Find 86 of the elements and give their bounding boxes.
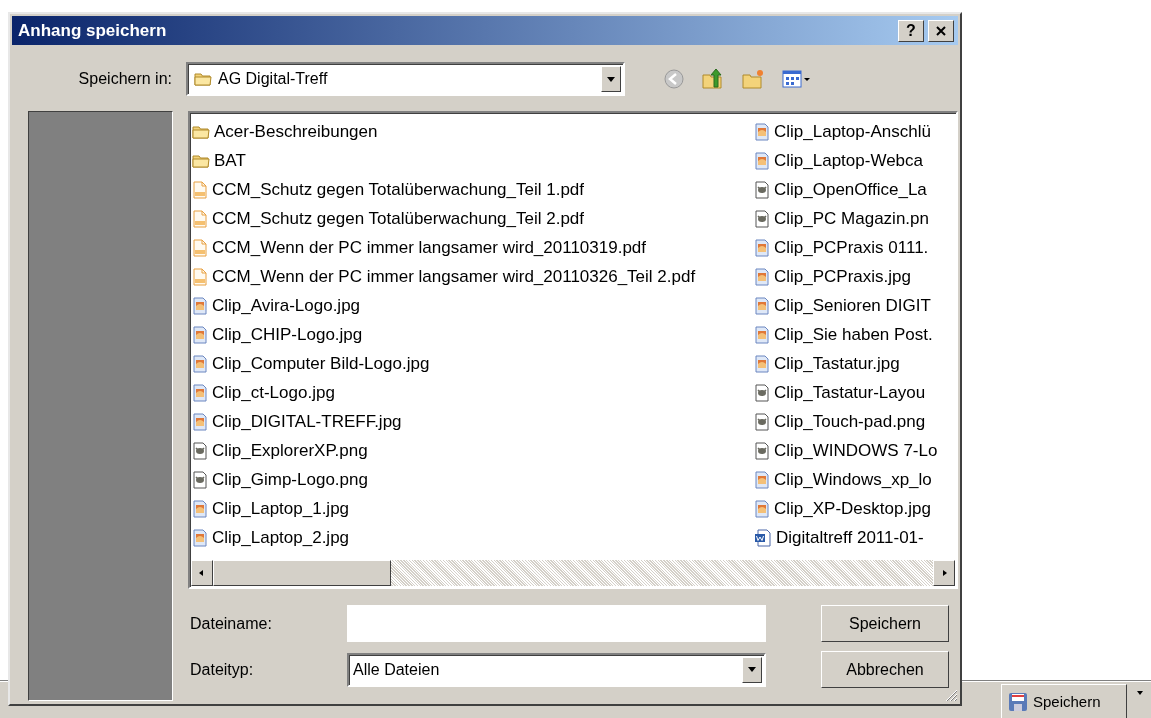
file-item[interactable]: Acer-Beschreibungen <box>192 117 754 146</box>
file-item[interactable]: Clip_Laptop_2.jpg <box>192 523 754 552</box>
pdf-page-icon <box>192 238 208 257</box>
file-type-dropdown[interactable]: Alle Dateien <box>347 652 766 687</box>
left-arrow-icon <box>198 569 206 577</box>
file-item[interactable]: Clip_CHIP-Logo.jpg <box>192 320 754 349</box>
file-item[interactable]: Clip_Laptop_1.jpg <box>192 494 754 523</box>
image-file-icon <box>192 499 208 518</box>
folder-up-icon[interactable] <box>701 67 725 91</box>
close-button[interactable] <box>928 19 954 42</box>
dropdown-value: AG Digital-Treff <box>218 70 329 88</box>
image-file-icon <box>754 499 770 518</box>
file-item[interactable]: Clip_Windows_xp_lo <box>754 465 956 494</box>
scroll-thumb[interactable] <box>213 560 391 586</box>
image-file-icon <box>754 412 770 431</box>
file-item[interactable]: Clip_Gimp-Logo.png <box>192 465 754 494</box>
file-item[interactable]: Clip_Computer Bild-Logo.jpg <box>192 349 754 378</box>
file-item[interactable]: Clip_Senioren DIGIT <box>754 291 956 320</box>
image-file-icon <box>192 470 208 489</box>
image-file-icon <box>754 151 770 170</box>
image-file-icon <box>192 296 208 315</box>
file-item[interactable]: Clip_XP-Desktop.jpg <box>754 494 956 523</box>
image-file-icon <box>754 180 770 199</box>
file-item[interactable]: CCM_Schutz gegen Totalüberwachung_Teil 1.pdf <box>192 175 754 204</box>
caret-icon[interactable] <box>1137 690 1143 695</box>
folder-dropdown[interactable]: AG Digital-Treff <box>186 62 625 96</box>
word-document-icon <box>754 528 772 547</box>
close-icon <box>936 25 946 36</box>
resize-grip-icon[interactable] <box>944 688 958 702</box>
file-item[interactable]: Clip_Laptop-Webca <box>754 146 956 175</box>
image-file-icon <box>754 209 770 228</box>
image-file-icon <box>754 122 770 141</box>
file-item[interactable]: Clip_PCPraxis 0111. <box>754 233 956 262</box>
file-item[interactable]: Clip_Laptop-Anschlü <box>754 117 956 146</box>
folder-icon <box>192 123 210 140</box>
file-item[interactable]: Clip_OpenOffice_La <box>754 175 956 204</box>
dropdown-value: Alle Dateien <box>353 660 441 679</box>
scroll-left-button[interactable] <box>191 560 213 586</box>
folder-icon <box>194 71 212 87</box>
folder-icon <box>192 152 210 169</box>
file-item[interactable]: Clip_Avira-Logo.jpg <box>192 291 754 320</box>
field-label: Dateiname: <box>189 614 273 633</box>
field-label: Speichern in: <box>77 70 172 88</box>
view-menu-icon[interactable] <box>781 68 811 90</box>
file-item[interactable]: Clip_ct-Logo.jpg <box>192 378 754 407</box>
file-item[interactable]: Clip_Sie haben Post. <box>754 320 956 349</box>
file-item[interactable]: Clip_Tastatur-Layou <box>754 378 956 407</box>
file-item[interactable]: Clip_DIGITAL-TREFF.jpg <box>192 407 754 436</box>
file-item[interactable]: Clip_WINDOWS 7-Lo <box>754 436 956 465</box>
image-file-icon <box>754 354 770 373</box>
scrollbar-track[interactable] <box>191 560 955 586</box>
image-file-icon <box>192 354 208 373</box>
image-file-icon <box>192 325 208 344</box>
file-name-field[interactable] <box>347 605 766 642</box>
file-item[interactable]: Clip_ExplorerXP.png <box>192 436 754 465</box>
image-file-icon <box>192 441 208 460</box>
image-file-icon <box>754 383 770 402</box>
help-button[interactable]: ? <box>898 19 924 42</box>
file-item[interactable]: CCM_Wenn der PC immer langsamer wird_20110326_Teil 2.pdf <box>192 262 754 291</box>
file-item[interactable]: BAT <box>192 146 754 175</box>
scroll-right-button[interactable] <box>933 560 955 586</box>
pdf-page-icon <box>192 180 208 199</box>
file-item[interactable]: Clip_Touch-pad.png <box>754 407 956 436</box>
file-item[interactable]: Clip_Tastatur.jpg <box>754 349 956 378</box>
image-file-icon <box>192 412 208 431</box>
right-arrow-icon <box>940 569 948 577</box>
image-file-icon <box>754 441 770 460</box>
image-file-icon <box>192 528 208 547</box>
image-file-icon <box>754 296 770 315</box>
save-button[interactable]: Speichern <box>1001 683 1127 718</box>
image-file-icon <box>192 383 208 402</box>
image-file-icon <box>754 470 770 489</box>
save-button[interactable]: Speichern <box>821 605 949 642</box>
image-file-icon <box>754 325 770 344</box>
file-item[interactable]: CCM_Schutz gegen Totalüberwachung_Teil 2.pdf <box>192 204 754 233</box>
pdf-page-icon <box>192 267 208 286</box>
field-label: Dateityp: <box>189 660 255 679</box>
file-item[interactable]: Clip_PCPraxis.jpg <box>754 262 956 291</box>
file-item[interactable]: CCM_Wenn der PC immer langsamer wird_20110319.pdf <box>192 233 754 262</box>
pdf-page-icon <box>192 209 208 228</box>
image-file-icon <box>754 267 770 286</box>
cancel-button[interactable]: Abbrechen <box>821 651 949 688</box>
image-file-icon <box>754 238 770 257</box>
window-title: Anhang speichern <box>18 20 167 41</box>
file-item[interactable]: Clip_PC Magazin.pn <box>754 204 956 233</box>
file-item[interactable]: Digitaltreff 2011-01- <box>754 523 956 552</box>
